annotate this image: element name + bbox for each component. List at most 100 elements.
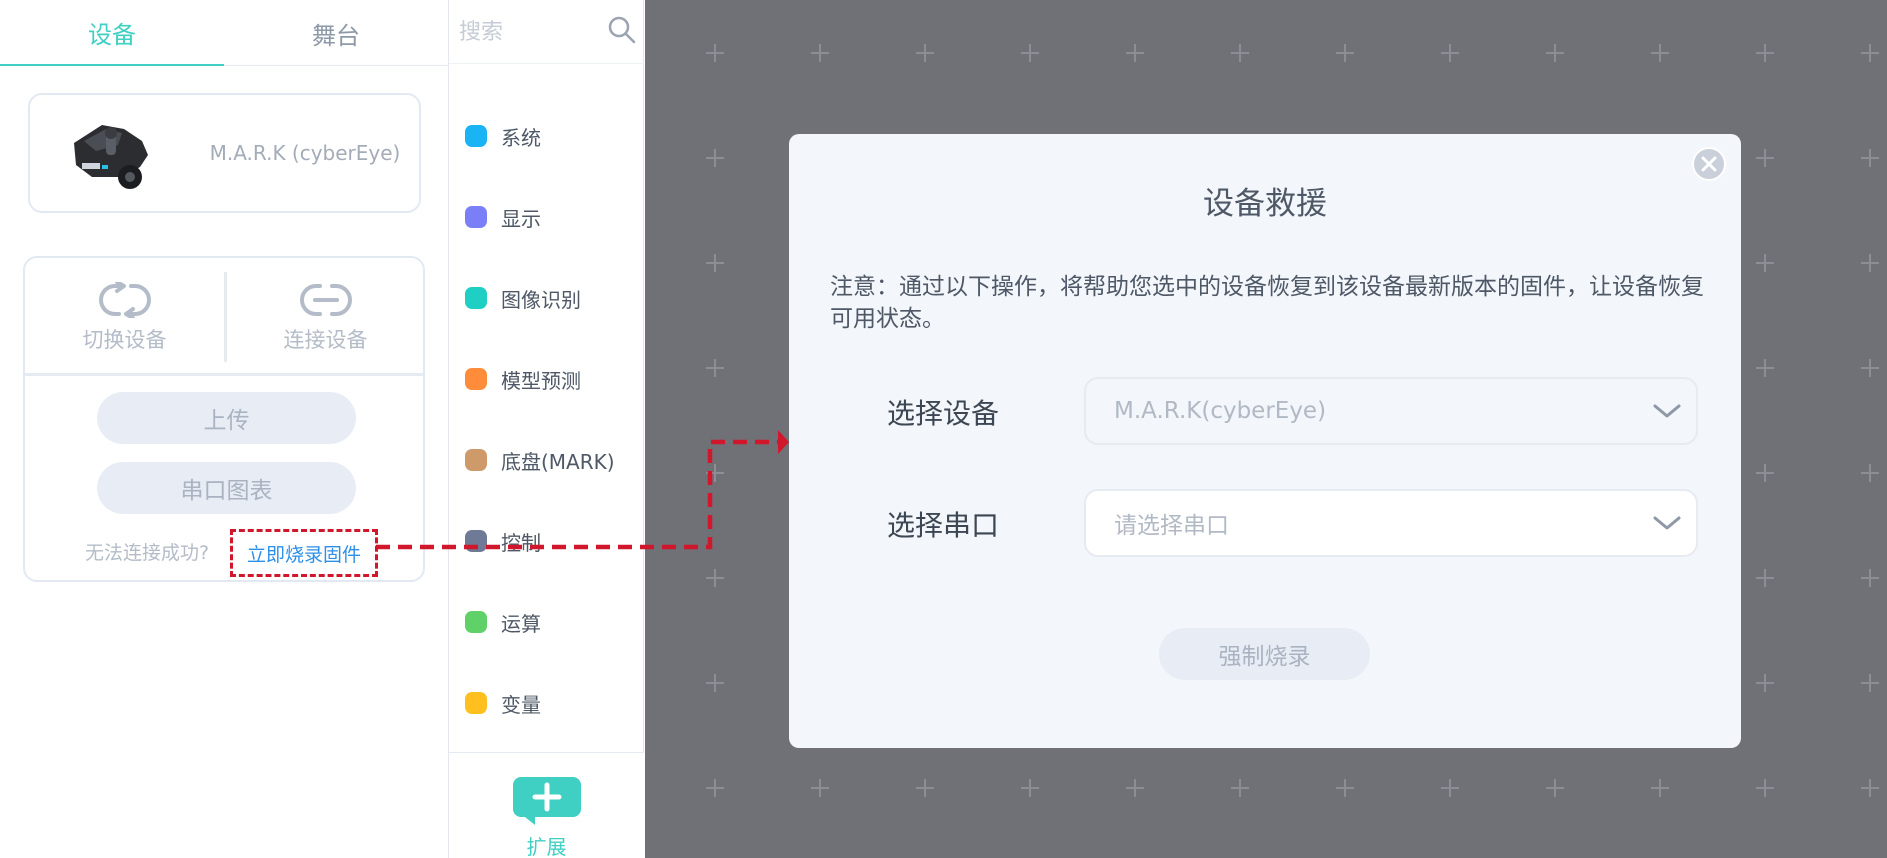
device-select-value: M.A.R.K(cyberEye) xyxy=(1114,398,1327,424)
search-box xyxy=(449,0,644,64)
grid-plus xyxy=(811,779,829,797)
connection-help: 无法连接成功? 立即烧录固件 xyxy=(25,529,423,577)
help-text: 无法连接成功? xyxy=(85,542,210,564)
category-model-prediction[interactable]: 模型预测 xyxy=(449,349,644,409)
link-icon xyxy=(299,284,352,316)
device-select-label: 选择设备 xyxy=(887,397,1000,430)
category-variables[interactable]: 变量 xyxy=(449,673,644,733)
device-card[interactable]: M.A.R.K (cyberEye) xyxy=(28,93,421,213)
grid-plus xyxy=(1546,779,1564,797)
tab-stage[interactable]: 舞台 xyxy=(224,0,448,66)
category-dot xyxy=(465,449,487,471)
grid-plus xyxy=(916,44,934,62)
grid-plus xyxy=(1861,149,1879,167)
category-operators[interactable]: 运算 xyxy=(449,592,644,652)
switch-device-label: 切换设备 xyxy=(82,328,167,352)
grid-plus xyxy=(1441,44,1459,62)
category-control[interactable]: 控制 xyxy=(449,511,644,571)
search-input[interactable] xyxy=(459,14,599,50)
device-name: M.A.R.K (cyberEye) xyxy=(209,141,401,165)
category-dot xyxy=(465,530,487,552)
device-rescue-dialog: 设备救援 注意：通过以下操作，将帮助您选中的设备恢复到该设备最新版本的固件，让设… xyxy=(789,134,1741,748)
grid-plus xyxy=(1861,359,1879,377)
extension-label: 扩展 xyxy=(526,835,567,858)
divider xyxy=(25,373,423,376)
grid-plus xyxy=(1756,569,1774,587)
grid-plus xyxy=(1021,44,1039,62)
grid-plus xyxy=(811,44,829,62)
close-icon[interactable] xyxy=(1691,146,1727,182)
extension-button[interactable]: 扩展 xyxy=(449,752,644,858)
tab-device[interactable]: 设备 xyxy=(0,0,224,66)
grid-plus xyxy=(1861,254,1879,272)
dialog-title: 设备救援 xyxy=(1203,186,1327,222)
grid-plus xyxy=(706,149,724,167)
category-dot xyxy=(465,125,487,147)
chevron-down-icon xyxy=(1653,404,1681,418)
category-system[interactable]: 系统 xyxy=(449,106,644,166)
grid-plus xyxy=(1756,464,1774,482)
category-list: 系统 显示 图像识别 模型预测 底盘(MARK) 控制 运算 变量 xyxy=(449,64,644,752)
chevron-down-icon xyxy=(1653,516,1681,530)
category-label: 变量 xyxy=(501,692,541,717)
block-categories: 系统 显示 图像识别 模型预测 底盘(MARK) 控制 运算 变量 xyxy=(449,0,644,858)
grid-plus xyxy=(1756,674,1774,692)
dialog-note: 注意：通过以下操作，将帮助您选中的设备恢复到该设备最新版本的固件，让设备恢复可用… xyxy=(830,274,1704,332)
grid-plus xyxy=(706,569,724,587)
grid-plus xyxy=(1861,464,1879,482)
grid-plus xyxy=(1756,44,1774,62)
grid-plus xyxy=(1756,359,1774,377)
grid-plus xyxy=(1756,149,1774,167)
category-partial[interactable] xyxy=(449,734,644,752)
grid-plus xyxy=(706,464,724,482)
panel-tabs: 设备 舞台 xyxy=(0,0,449,66)
category-chassis[interactable]: 底盘(MARK) xyxy=(449,430,644,490)
grid-plus xyxy=(1861,674,1879,692)
device-actions-card: 切换设备 连接设备 上传 串口图表 无法连接成功? 立即烧录固件 xyxy=(23,256,425,582)
category-label: 图像识别 xyxy=(501,287,581,312)
robot-image xyxy=(74,125,148,189)
port-select-label: 选择串口 xyxy=(887,509,1000,542)
grid-plus xyxy=(1756,779,1774,797)
grid-plus xyxy=(1336,779,1354,797)
category-label: 运算 xyxy=(501,611,541,636)
upload-button[interactable]: 上传 xyxy=(97,392,356,444)
grid-plus xyxy=(706,674,724,692)
flash-firmware-link[interactable]: 立即烧录固件 xyxy=(230,529,378,577)
port-select-placeholder: 请选择串口 xyxy=(1114,513,1229,539)
category-image-recognition[interactable]: 图像识别 xyxy=(449,268,644,328)
add-extension-icon xyxy=(513,777,581,825)
grid-plus xyxy=(1021,779,1039,797)
grid-plus xyxy=(916,779,934,797)
switch-device-button[interactable]: 切换设备 xyxy=(25,268,224,368)
grid-plus xyxy=(1861,569,1879,587)
grid-plus xyxy=(706,779,724,797)
category-dot xyxy=(465,287,487,309)
grid-plus xyxy=(706,44,724,62)
connect-device-label: 连接设备 xyxy=(283,328,368,352)
search-icon[interactable] xyxy=(607,15,637,45)
category-display[interactable]: 显示 xyxy=(449,187,644,247)
category-label: 控制 xyxy=(501,530,541,555)
category-dot xyxy=(465,206,487,228)
connect-device-button[interactable]: 连接设备 xyxy=(226,268,425,368)
grid-plus xyxy=(1861,44,1879,62)
grid-plus xyxy=(1651,44,1669,62)
force-flash-button[interactable]: 强制烧录 xyxy=(1159,628,1370,680)
grid-plus xyxy=(1126,44,1144,62)
grid-plus xyxy=(1231,44,1249,62)
category-dot xyxy=(465,368,487,390)
category-dot xyxy=(465,611,487,633)
serial-chart-button[interactable]: 串口图表 xyxy=(97,462,356,514)
grid-plus xyxy=(1126,779,1144,797)
grid-plus xyxy=(1861,779,1879,797)
grid-plus xyxy=(706,254,724,272)
device-select[interactable]: M.A.R.K(cyberEye) xyxy=(1084,377,1698,445)
grid-plus xyxy=(1756,254,1774,272)
grid-plus xyxy=(1651,779,1669,797)
category-label: 系统 xyxy=(501,125,541,150)
category-dot xyxy=(465,692,487,714)
category-label: 模型预测 xyxy=(501,368,581,393)
grid-plus xyxy=(1336,44,1354,62)
port-select[interactable]: 请选择串口 xyxy=(1084,489,1698,557)
